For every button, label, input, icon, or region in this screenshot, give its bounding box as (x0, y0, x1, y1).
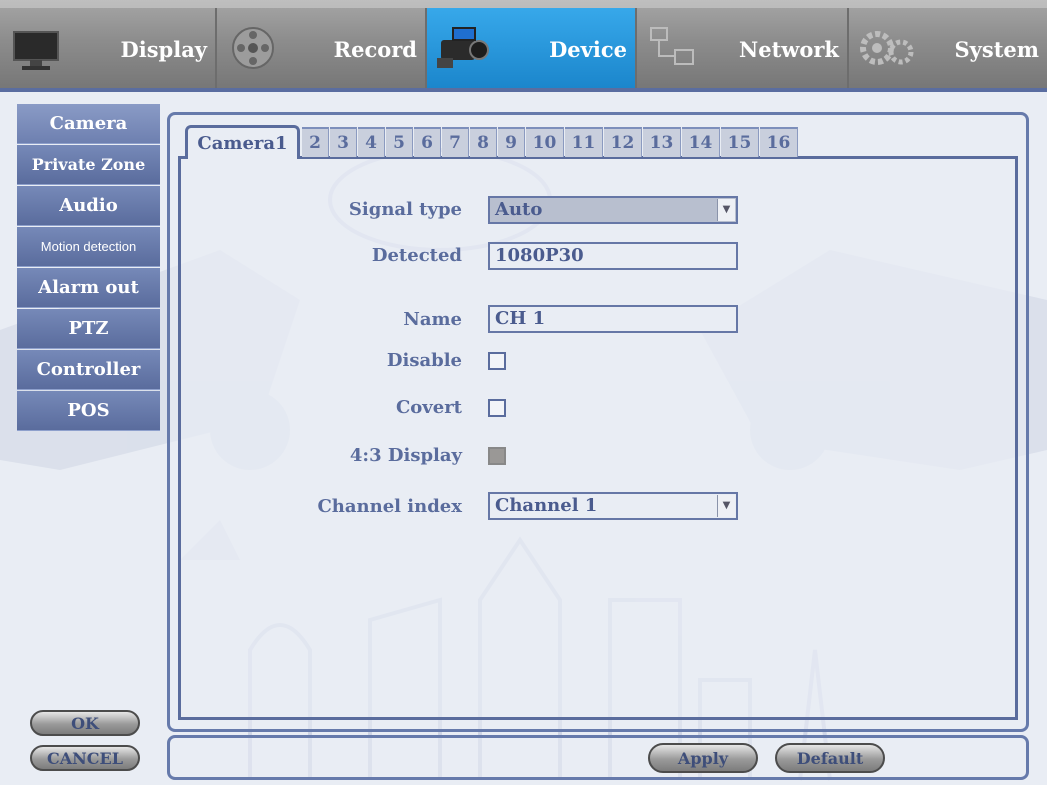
tab-camera-5[interactable]: 5 (386, 127, 413, 157)
sidebar-item-controller[interactable]: Controller (17, 350, 160, 390)
menu-system[interactable]: System (849, 8, 1047, 88)
tab-camera-12[interactable]: 12 (604, 127, 642, 157)
tab-camera1[interactable]: Camera1 (185, 125, 300, 159)
signal-type-select[interactable]: Auto ▼ (488, 196, 738, 224)
monitor-icon (13, 31, 59, 70)
default-button[interactable]: Default (775, 743, 885, 773)
signal-type-value: Auto (495, 199, 543, 220)
sidebar-item-ptz[interactable]: PTZ (17, 309, 160, 349)
chevron-down-icon: ▼ (717, 495, 735, 517)
tab-camera-14[interactable]: 14 (682, 127, 720, 157)
detected-value: 1080P30 (488, 242, 738, 270)
sidebar-item-label: Camera (49, 113, 128, 134)
tab-camera-4[interactable]: 4 (358, 127, 385, 157)
sidebar-item-private-zone[interactable]: Private Zone (17, 145, 160, 185)
detected-label: Detected (371, 245, 462, 266)
tab-camera-2[interactable]: 2 (302, 127, 329, 157)
channel-index-value: Channel 1 (495, 495, 598, 516)
top-stripe (0, 0, 1047, 8)
display-4-3-checkbox (488, 447, 506, 465)
sidebar-item-motion-detection[interactable]: Motion detection (17, 227, 160, 267)
channel-index-label: Channel index (317, 496, 462, 517)
sidebar-item-label: Controller (36, 359, 141, 380)
sidebar-item-label: Private Zone (31, 155, 146, 174)
cancel-button[interactable]: CANCEL (30, 745, 140, 771)
menu-label-record: Record (333, 37, 417, 62)
disable-checkbox[interactable] (488, 352, 506, 370)
disable-label: Disable (386, 350, 462, 371)
sidebar-item-label: Audio (59, 195, 118, 216)
apply-button[interactable]: Apply (648, 743, 758, 773)
film-reel-icon (232, 27, 274, 69)
tab-camera-6[interactable]: 6 (414, 127, 441, 157)
tab-camera-7[interactable]: 7 (442, 127, 469, 157)
tab-camera-16[interactable]: 16 (760, 127, 798, 157)
camcorder-icon (437, 27, 489, 68)
network-icon (650, 27, 694, 65)
gears-icon (860, 31, 914, 65)
signal-type-label: Signal type (348, 199, 462, 220)
menu-device[interactable]: Device (427, 8, 635, 88)
camera-settings-panel (178, 156, 1018, 720)
sidebar-item-camera[interactable]: Camera (17, 104, 160, 144)
tab-camera-11[interactable]: 11 (565, 127, 603, 157)
tab-camera-8[interactable]: 8 (470, 127, 497, 157)
covert-label: Covert (395, 397, 462, 418)
menu-label-display: Display (120, 37, 207, 62)
tab-camera-13[interactable]: 13 (643, 127, 681, 157)
name-input[interactable]: CH 1 (488, 305, 738, 333)
sidebar-item-label: Motion detection (40, 239, 137, 254)
bottom-action-bar (167, 735, 1029, 780)
covert-checkbox[interactable] (488, 399, 506, 417)
sidebar-item-label: Alarm out (38, 277, 139, 298)
sidebar-item-alarm-out[interactable]: Alarm out (17, 268, 160, 308)
menu-label-network: Network (739, 37, 839, 62)
display-4-3-label: 4:3 Display (349, 445, 462, 466)
sidebar-item-pos[interactable]: POS (17, 391, 160, 431)
name-label: Name (403, 309, 462, 330)
tab-camera-15[interactable]: 15 (721, 127, 759, 157)
channel-index-select[interactable]: Channel 1 ▼ (488, 492, 738, 520)
sidebar-item-audio[interactable]: Audio (17, 186, 160, 226)
tab-camera-9[interactable]: 9 (498, 127, 525, 157)
ok-button[interactable]: OK (30, 710, 140, 736)
sidebar-item-label: POS (67, 400, 110, 421)
menu-record[interactable]: Record (217, 8, 425, 88)
menu-label-device: Device (549, 37, 627, 62)
sidebar-item-label: PTZ (68, 318, 109, 339)
tab-camera-3[interactable]: 3 (330, 127, 357, 157)
menu-network[interactable]: Network (637, 8, 847, 88)
tab-camera-10[interactable]: 10 (526, 127, 564, 157)
menu-label-system: System (954, 37, 1039, 62)
menu-display[interactable]: Display (0, 8, 215, 88)
chevron-down-icon: ▼ (717, 199, 735, 221)
